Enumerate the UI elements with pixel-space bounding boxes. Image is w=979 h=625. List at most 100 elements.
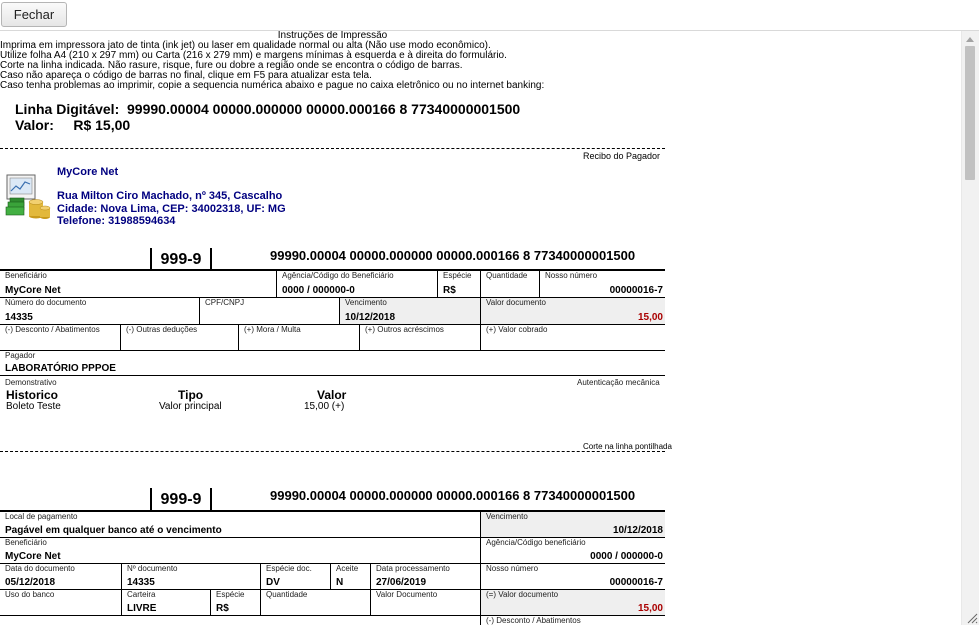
demonstrativo-header-historico: Historico [6,388,59,402]
payment-summary: Linha Digitável: 99990.00004 00000.00000… [15,101,520,133]
cell-especie-doc: Espécie doc. DV [260,564,330,589]
cell-agencia: Agência/Código do Beneficiário 0000 / 00… [276,271,437,297]
cell-numero-documento: Número do documento 14335 [0,298,199,324]
outros-acrescimos-label: (+) Outros acréscimos [365,325,444,334]
slip-agencia-value: 0000 / 000000-0 [590,551,663,562]
slip-nosso-numero-value: 00000016-7 [609,577,663,588]
quantidade-label: Quantidade [486,271,528,280]
slip-valor-documento-value: 15,00 [637,603,663,614]
demonstrativo-header-valor: Valor [317,388,347,402]
close-button[interactable]: Fechar [1,2,67,27]
local-pagamento-value: Pagável em qualquer banco até o vencimen… [5,525,222,536]
recibo-label: Recibo do Pagador [583,151,661,161]
outras-deducoes-label: (-) Outras deduções [126,325,198,334]
cell-slip-vencimento: Vencimento 10/12/2018 [480,512,665,537]
autenticacao-label: Autenticação mecânica [577,378,660,387]
cell-valor-documento: Valor documento 15,00 [480,298,665,324]
cut-line [0,148,665,149]
cell-slip-desconto: (-) Desconto / Abatimentos [480,616,665,625]
company-address: Rua Milton Ciro Machado, nº 345, Cascalh… [57,190,283,202]
linha-digitavel-value: 99990.00004 00000.000000 00000.000166 8 … [127,101,521,117]
cell-slip-quantidade: Quantidade [260,590,370,615]
pagador-value: LABORATÓRIO PPPOE [5,363,116,374]
company-name: MyCore Net [57,166,119,178]
slip-quantidade-label: Quantidade [266,590,308,599]
beneficiario-label: Beneficiário [5,271,47,280]
demonstrativo-tipo: Valor principal [159,401,222,412]
slip-vencimento-label: Vencimento [486,512,528,521]
company-city: Cidade: Nova Lima, CEP: 34002318, UF: MG [57,203,286,215]
n-documento-label: Nº documento [127,564,178,573]
cpf-cnpj-label: CPF/CNPJ [205,298,245,307]
vencimento-label: Vencimento [345,298,387,307]
cell-local-pagamento: Local de pagamento Pagável em qualquer b… [0,512,480,537]
cell-beneficiario: Beneficiário MyCore Net [0,271,276,297]
slip-linha-digitavel: 99990.00004 00000.000000 00000.000166 8 … [270,488,636,503]
cell-slip-valor-documento-total: (=) Valor documento 15,00 [480,590,665,615]
bank-code: 999-9 [150,248,212,270]
cell-cpf-cnpj: CPF/CNPJ [199,298,339,324]
cell-valor-cobrado: (+) Valor cobrado [480,325,665,350]
valor-documento-value: 15,00 [637,312,663,323]
especie-doc-value: DV [266,577,280,588]
linha-digitavel-label: Linha Digitável: [15,101,120,117]
cell-slip-valor-documento: Valor Documento [370,590,480,615]
receipt-linha-digitavel: 99990.00004 00000.000000 00000.000166 8 … [270,248,636,263]
cut-line [0,451,665,452]
print-instructions: Instruções de Impressão Imprima em impre… [0,31,665,91]
slip-vencimento-value: 10/12/2018 [612,525,663,536]
numero-documento-label: Número do documento [5,298,87,307]
slip-valor-documento-label: Valor Documento [376,590,438,599]
n-documento-value: 14335 [127,577,155,588]
data-processamento-label: Data processamento [376,564,450,573]
aceite-value: N [336,577,344,588]
slip-beneficiario-value: MyCore Net [5,551,61,562]
agencia-label: Agência/Código do Beneficiário [282,271,394,280]
scroll-up-icon[interactable] [966,37,974,42]
receipt-table: Beneficiário MyCore Net Agência/Código d… [0,271,665,376]
valor-label: Valor: [15,117,54,133]
beneficiario-value: MyCore Net [5,285,61,296]
cell-outras-deducoes: (-) Outras deduções [120,325,238,350]
especie-doc-label: Espécie doc. [266,564,312,573]
nosso-numero-label: Nosso número [545,271,598,280]
slip-desconto-label: (-) Desconto / Abatimentos [486,616,581,625]
resize-grip-icon[interactable] [966,612,978,624]
local-pagamento-label: Local de pagamento [5,512,78,521]
slip-especie-value: R$ [216,603,229,614]
especie-value: R$ [443,285,456,296]
vencimento-value: 10/12/2018 [345,312,396,323]
vertical-scrollbar[interactable] [961,31,979,625]
toolbar: Fechar [0,0,979,31]
desconto-label: (-) Desconto / Abatimentos [5,325,100,334]
cell-nosso-numero: Nosso número 00000016-7 [539,271,665,297]
slip-bank-code: 999-9 [150,488,212,510]
mora-label: (+) Mora / Multa [244,325,301,334]
cell-slip-nosso-numero: Nosso número 00000016-7 [480,564,665,589]
cell-uso-banco: Uso do banco [0,590,121,615]
cell-slip-agencia: Agência/Código beneficiário 0000 / 00000… [480,538,665,563]
uso-banco-label: Uso do banco [5,590,55,599]
cell-data-documento: Data do documento 05/12/2018 [0,564,121,589]
cell-carteira: Carteira LIVRE [121,590,210,615]
demonstrativo-historico: Boleto Teste [6,401,61,412]
cell-outros-acrescimos: (+) Outros acréscimos [359,325,480,350]
cell-slip-beneficiario: Beneficiário MyCore Net [0,538,480,563]
cell-especie: Espécie R$ [437,271,480,297]
scrollbar-thumb[interactable] [965,46,975,180]
slip-beneficiario-label: Beneficiário [5,538,47,547]
company-logo-icon [5,174,51,219]
slip-especie-label: Espécie [216,590,245,599]
pagador-label: Pagador [5,351,36,360]
cell-desconto: (-) Desconto / Abatimentos [0,325,120,350]
boleto-document: Instruções de Impressão Imprima em impre… [0,31,962,625]
especie-label: Espécie [443,271,472,280]
cell-vencimento: Vencimento 10/12/2018 [339,298,480,324]
numero-documento-value: 14335 [5,312,33,323]
slip-table: Local de pagamento Pagável em qualquer b… [0,512,665,625]
valor-documento-label: Valor documento [486,298,546,307]
aceite-label: Aceite [336,564,359,573]
slip-nosso-numero-label: Nosso número [486,564,539,573]
cell-data-processamento: Data processamento 27/06/2019 [370,564,480,589]
valor-value: R$ 15,00 [73,117,131,133]
